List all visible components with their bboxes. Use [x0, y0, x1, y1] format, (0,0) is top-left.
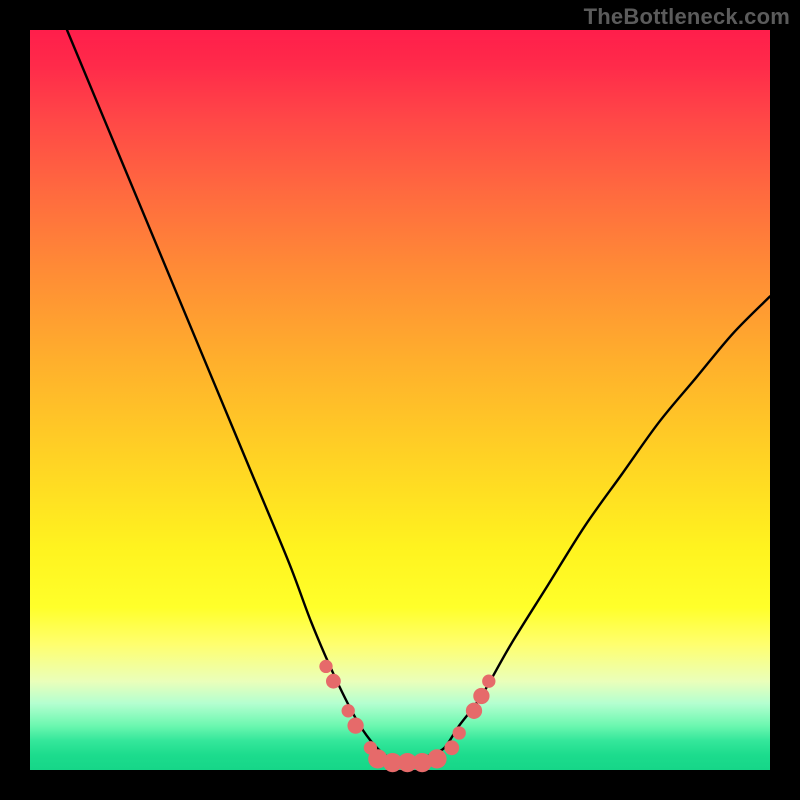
- curve-marker: [319, 660, 332, 673]
- curve-marker: [453, 726, 466, 739]
- curve-marker: [347, 717, 363, 733]
- curve-marker: [342, 704, 355, 717]
- curve-marker: [482, 675, 495, 688]
- curve-marker: [473, 688, 489, 704]
- chart-frame: TheBottleneck.com: [0, 0, 800, 800]
- curve-marker: [326, 674, 341, 689]
- bottleneck-curve: [67, 30, 770, 764]
- curve-marker: [466, 703, 482, 719]
- watermark-text: TheBottleneck.com: [584, 4, 790, 30]
- marker-layer: [319, 660, 495, 772]
- chart-svg: [30, 30, 770, 770]
- plot-area: [30, 30, 770, 770]
- curve-marker: [427, 749, 446, 768]
- curve-marker: [444, 740, 459, 755]
